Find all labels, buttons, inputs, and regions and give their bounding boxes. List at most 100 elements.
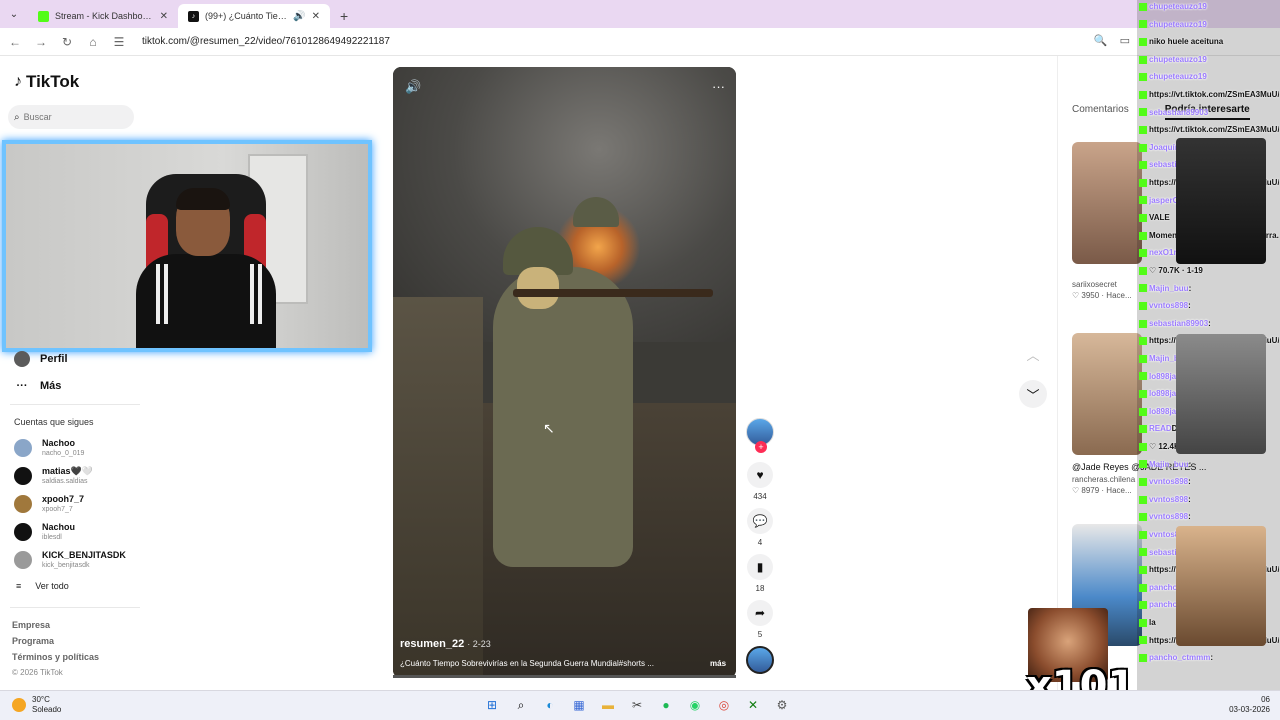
- following-item[interactable]: KICK_BENJITASDK kick_benjitasdk: [14, 550, 126, 570]
- chat-username[interactable]: READ: [1149, 424, 1172, 433]
- following-item[interactable]: matias🖤🤍 saldias.saldias: [14, 466, 93, 486]
- chat-username[interactable]: pancho_ctmmm: [1149, 653, 1210, 662]
- chat-message: https://vt.tiktok.com/ZSmEA3MuU/: [1139, 88, 1279, 101]
- chat-username[interactable]: vvntos898: [1149, 512, 1188, 521]
- chat-username[interactable]: sebastian89903: [1149, 319, 1208, 328]
- more-link[interactable]: más: [710, 659, 726, 668]
- weather-widget[interactable]: 30°C Soleado: [12, 695, 61, 715]
- search-input[interactable]: [23, 112, 124, 122]
- video-thumbnail[interactable]: [1072, 142, 1142, 264]
- comment-count: 4: [757, 538, 763, 547]
- footer-terms-link[interactable]: Términos y políticas: [12, 652, 99, 662]
- kick-badge-icon: [1139, 126, 1147, 135]
- save-count: 18: [755, 584, 765, 593]
- settings-gear-icon[interactable]: ⚙: [772, 695, 792, 715]
- sun-icon: [12, 698, 26, 712]
- tab-search-icon[interactable]: ⌄: [6, 6, 22, 22]
- home-icon[interactable]: ⌂: [86, 35, 100, 49]
- author-avatar[interactable]: +: [746, 418, 774, 453]
- chat-message: vvntos898:: [1139, 493, 1279, 506]
- save-button[interactable]: ▮: [747, 554, 773, 580]
- footer-program-link[interactable]: Programa: [12, 636, 54, 646]
- file-explorer-icon[interactable]: ▬: [598, 695, 618, 715]
- following-item[interactable]: xpooh7_7 xpooh7_7: [14, 494, 84, 514]
- spotify-icon[interactable]: ●: [656, 695, 676, 715]
- store-icon[interactable]: ▦: [569, 695, 589, 715]
- tab-comments[interactable]: Comentarios: [1072, 104, 1129, 120]
- edge-browser-icon[interactable]: ◐: [540, 695, 560, 715]
- kick-badge-icon: [1139, 231, 1147, 240]
- volume-icon[interactable]: 🔊: [405, 79, 421, 95]
- kick-badge-icon: [1139, 55, 1147, 64]
- chat-message: chupeteauzo19: [1139, 70, 1279, 83]
- chat-username[interactable]: Majin_buu: [1149, 460, 1189, 469]
- close-tab-icon[interactable]: ✕: [312, 11, 320, 22]
- video-player[interactable]: [393, 67, 736, 678]
- tiktok-note-icon: ♪: [14, 73, 22, 90]
- chat-username[interactable]: chupeteauzo19: [1149, 20, 1207, 29]
- tiktok-logo[interactable]: ♪ TikTok: [14, 72, 79, 92]
- chat-message: Majin_buu:: [1139, 458, 1279, 471]
- following-item[interactable]: Nachoo nacho_0_019: [14, 438, 84, 458]
- xbox-icon[interactable]: ✕: [743, 695, 763, 715]
- chat-username[interactable]: chupeteauzo19: [1149, 2, 1207, 11]
- video-description: ¿Cuánto Tiempo Sobrevivirías en la Segun…: [400, 659, 654, 668]
- windows-start-icon[interactable]: ⊞: [482, 695, 502, 715]
- new-tab-button[interactable]: +: [340, 8, 348, 24]
- like-button[interactable]: ♥: [747, 462, 773, 488]
- divider: [10, 404, 140, 405]
- chat-username[interactable]: sebastian89903: [1149, 108, 1208, 117]
- chrome-icon[interactable]: ◎: [714, 695, 734, 715]
- chat-text: ♡ 70.7K · 1-19: [1149, 266, 1203, 275]
- list-icon: ≡: [16, 581, 22, 591]
- chat-message: niko huele aceituna: [1139, 35, 1279, 48]
- chat-username[interactable]: vvntos898: [1149, 495, 1188, 504]
- url-field[interactable]: tiktok.com/@resumen_22/video/76101286494…: [142, 36, 390, 47]
- site-info-icon[interactable]: ☰: [112, 35, 126, 49]
- reload-icon[interactable]: ↻: [60, 35, 74, 49]
- follow-plus-icon[interactable]: +: [755, 441, 767, 453]
- kick-badge-icon: [1139, 548, 1147, 557]
- chat-username[interactable]: vvntos898: [1149, 301, 1188, 310]
- nav-more[interactable]: ··· Más: [14, 378, 62, 394]
- chat-username[interactable]: vvntos898: [1149, 477, 1188, 486]
- chat-text: :: [1188, 512, 1191, 522]
- video-thumbnail[interactable]: [1072, 333, 1142, 455]
- kick-badge-icon: [1139, 495, 1147, 504]
- chat-message: chupeteauzo19: [1139, 0, 1279, 13]
- system-clock[interactable]: 06 03-03-2026: [1229, 695, 1270, 715]
- avatar: [14, 523, 32, 541]
- zoom-icon[interactable]: 🔍: [1094, 34, 1108, 47]
- browser-tab-strip: ⌄ Stream - Kick Dashboard ✕ ♪ (99+) ¿Cuá…: [0, 0, 1280, 28]
- chat-text: :: [1210, 653, 1214, 663]
- back-icon[interactable]: ←: [8, 35, 22, 49]
- video-navigation: ︿ ﹀: [1019, 340, 1047, 408]
- video-progress-bar[interactable]: [393, 675, 736, 678]
- following-item[interactable]: Nachou iblesdl: [14, 522, 75, 542]
- cast-icon[interactable]: ▭: [1120, 34, 1130, 47]
- kick-badge-icon: [1139, 38, 1147, 47]
- search-box[interactable]: ⌕: [8, 105, 134, 129]
- tab-tiktok-video[interactable]: ♪ (99+) ¿Cuánto Tiempo Sobr... 🔊 ✕: [178, 4, 330, 28]
- search-icon[interactable]: ⌕: [511, 695, 531, 715]
- snipping-tool-icon[interactable]: ✂: [627, 695, 647, 715]
- previous-video-chevron-up-icon[interactable]: ︿: [1019, 340, 1047, 368]
- chat-username[interactable]: Majin_buu: [1149, 284, 1189, 293]
- next-video-chevron-down-icon[interactable]: ﹀: [1019, 380, 1047, 408]
- music-disc-icon[interactable]: [746, 646, 774, 674]
- more-options-icon[interactable]: ···: [712, 79, 725, 95]
- nav-profile[interactable]: Perfil: [14, 351, 68, 367]
- tab-kick-dashboard[interactable]: Stream - Kick Dashboard ✕: [28, 4, 178, 28]
- whatsapp-icon[interactable]: ◉: [685, 695, 705, 715]
- chat-username[interactable]: chupeteauzo19: [1149, 72, 1207, 81]
- kick-badge-icon: [1139, 108, 1147, 117]
- comment-button[interactable]: 💬: [747, 508, 773, 534]
- speaker-icon[interactable]: 🔊: [293, 11, 305, 22]
- forward-icon[interactable]: →: [34, 35, 48, 49]
- close-tab-icon[interactable]: ✕: [160, 11, 168, 22]
- share-button[interactable]: ➦: [747, 600, 773, 626]
- see-all-link[interactable]: ≡ Ver todo: [16, 581, 69, 591]
- video-author[interactable]: resumen_22 · 2-23: [400, 638, 491, 650]
- footer-company-link[interactable]: Empresa: [12, 620, 50, 630]
- chat-username[interactable]: chupeteauzo19: [1149, 55, 1207, 64]
